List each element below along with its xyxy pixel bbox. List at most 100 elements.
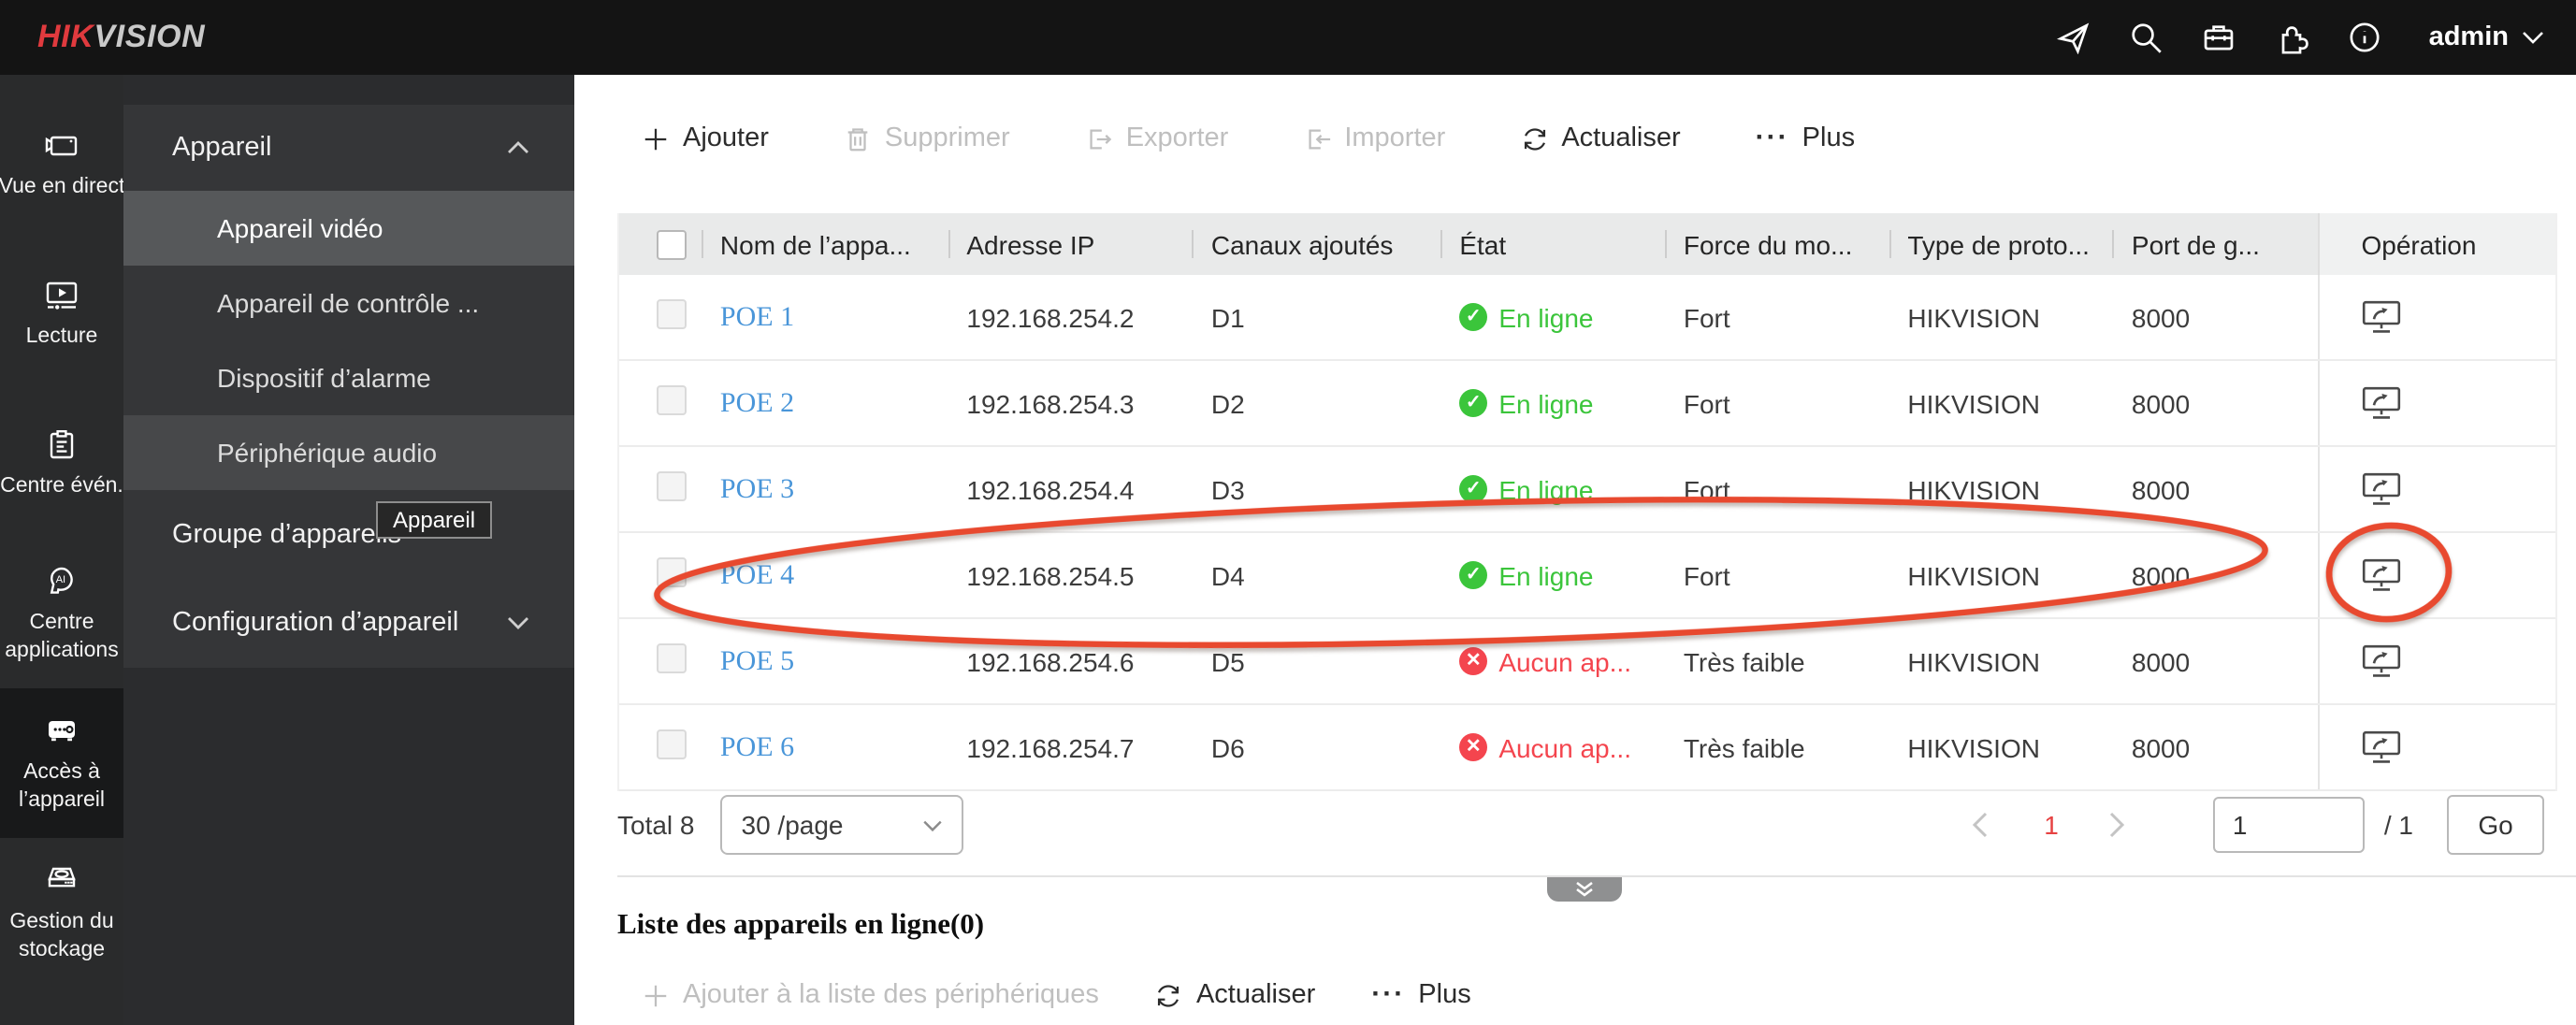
username: admin <box>2428 22 2509 52</box>
password-strength-cell: Fort <box>1683 474 1730 504</box>
table-row: POE 2 192.168.254.3 D2 En ligne Fort HIK… <box>619 361 2555 447</box>
port-cell: 8000 <box>2131 474 2191 504</box>
status-icon <box>1459 561 1488 589</box>
import-button: Importer <box>1303 123 1445 153</box>
page-size-select[interactable]: 30 /page <box>720 795 964 855</box>
select-all-checkbox[interactable] <box>657 229 687 259</box>
port-cell: 8000 <box>2131 388 2191 418</box>
plus-icon <box>644 127 667 150</box>
channel-cell: D1 <box>1210 302 1245 332</box>
add-button[interactable]: Ajouter <box>642 123 769 153</box>
sidebar-item-live-view[interactable]: Vue en direct <box>0 90 123 239</box>
ip-cell: 192.168.254.5 <box>966 560 1135 590</box>
sidebar-item-playback[interactable]: Lecture <box>0 239 123 389</box>
row-checkbox[interactable] <box>657 385 687 415</box>
remote-config-icon[interactable] <box>2361 385 2402 421</box>
row-checkbox[interactable] <box>657 643 687 673</box>
refresh-button[interactable]: Actualiser <box>1520 123 1681 153</box>
status-text: En ligne <box>1498 560 1594 590</box>
device-name-link[interactable]: POE 4 <box>720 560 794 590</box>
row-checkbox[interactable] <box>657 299 687 329</box>
event-center-icon <box>50 430 74 459</box>
status-badge: En ligne <box>1440 560 1665 590</box>
topbar-actions: admin <box>2057 21 2576 54</box>
chevron-down-icon <box>923 819 943 831</box>
col-header-name: Nom de l’appa... <box>701 213 948 275</box>
total-count: Total 8 <box>617 810 695 840</box>
device-access-menu: Appareil Appareil vidéo Appareil de cont… <box>123 75 574 1025</box>
online-refresh-button[interactable]: Actualiser <box>1155 980 1315 1010</box>
device-name-link[interactable]: POE 5 <box>720 646 794 676</box>
status-badge: En ligne <box>1440 388 1665 418</box>
device-name-link[interactable]: POE 6 <box>720 732 794 762</box>
next-page-button[interactable] <box>2109 812 2132 838</box>
protocol-cell: HIKVISION <box>1907 474 2040 504</box>
send-icon[interactable] <box>2057 21 2091 54</box>
device-name-link[interactable]: POE 2 <box>720 388 794 418</box>
current-page[interactable]: 1 <box>2044 810 2059 840</box>
more-icon: ··· <box>1371 978 1406 1010</box>
col-header-status: État <box>1440 213 1665 275</box>
search-icon[interactable] <box>2130 21 2164 54</box>
status-badge: En ligne <box>1440 302 1665 332</box>
device-name-link[interactable]: POE 3 <box>720 474 794 504</box>
status-text: Aucun ap... <box>1498 646 1631 676</box>
row-checkbox[interactable] <box>657 557 687 587</box>
device-access-icon <box>49 720 75 741</box>
status-icon <box>1459 475 1488 503</box>
password-strength-cell: Fort <box>1683 302 1730 332</box>
main-content: Ajouter Supprimer Exporter Importer Actu… <box>574 75 2576 1025</box>
protocol-cell: HIKVISION <box>1907 388 2040 418</box>
sidebar-item-device-access[interactable]: Accès à l’appareil <box>0 688 123 838</box>
remote-config-icon[interactable] <box>2361 299 2402 335</box>
sidebar-item-storage[interactable]: Gestion du stockage <box>0 838 123 988</box>
logo-vision: VISION <box>94 19 206 54</box>
menu-item-appareil-video[interactable]: Appareil vidéo <box>123 191 574 266</box>
prev-page-button[interactable] <box>1971 812 1993 838</box>
refresh-icon <box>1524 127 1545 150</box>
go-button[interactable]: Go <box>2447 795 2544 855</box>
ip-cell: 192.168.254.2 <box>966 302 1135 332</box>
app-window: HIKVISION admin Vue en direct Lecture Ce… <box>0 0 2576 1025</box>
ip-cell: 192.168.254.7 <box>966 732 1135 762</box>
remote-config-icon[interactable] <box>2361 729 2402 765</box>
password-strength-cell: Fort <box>1683 388 1730 418</box>
menu-item-peripherique-audio[interactable]: Périphérique audio <box>123 415 574 490</box>
menu-section-configuration[interactable]: Configuration d’appareil <box>123 578 574 666</box>
menu-item-dispositif-alarme[interactable]: Dispositif d’alarme <box>123 340 574 415</box>
table-row: POE 3 192.168.254.4 D3 En ligne Fort HIK… <box>619 447 2555 533</box>
remote-config-icon[interactable] <box>2361 471 2402 507</box>
status-badge: En ligne <box>1440 474 1665 504</box>
port-cell: 8000 <box>2131 732 2191 762</box>
remote-config-icon[interactable] <box>2361 643 2402 679</box>
channel-cell: D2 <box>1210 388 1245 418</box>
table-row: POE 1 192.168.254.2 D1 En ligne Fort HIK… <box>619 275 2555 361</box>
delete-button: Supprimer <box>844 123 1010 153</box>
user-menu[interactable]: admin <box>2429 22 2544 52</box>
plugin-icon[interactable] <box>2276 21 2309 54</box>
remote-config-icon[interactable] <box>2361 557 2402 593</box>
toolbox-icon[interactable] <box>2203 21 2236 54</box>
online-more-button[interactable]: ··· Plus <box>1371 980 1470 1010</box>
sidebar-item-ai-applications[interactable]: AI Centre applications <box>0 539 123 688</box>
menu-item-appareil-controle[interactable]: Appareil de contrôle ... <box>123 266 574 340</box>
row-checkbox[interactable] <box>657 471 687 501</box>
playback-icon <box>46 282 78 310</box>
live-view-icon <box>45 136 78 156</box>
protocol-cell: HIKVISION <box>1907 646 2040 676</box>
status-badge: Aucun ap... <box>1440 646 1665 676</box>
sidebar-item-event-center[interactable]: Centre évén. <box>0 389 123 539</box>
info-icon[interactable] <box>2349 21 2382 54</box>
menu-section-appareil[interactable]: Appareil <box>123 105 574 191</box>
device-name-link[interactable]: POE 1 <box>720 302 794 332</box>
protocol-cell: HIKVISION <box>1907 732 2040 762</box>
status-text: En ligne <box>1498 388 1594 418</box>
storage-icon <box>48 866 76 887</box>
more-button[interactable]: ··· Plus <box>1756 123 1855 153</box>
logo-hik: HIK <box>37 19 94 54</box>
menu-section-groupe-appareils[interactable]: Groupe d’appareils <box>123 490 574 578</box>
col-header-channels: Canaux ajoutés <box>1192 213 1440 275</box>
collapse-panel-button[interactable] <box>1547 877 1622 902</box>
page-jump-input[interactable] <box>2213 797 2366 853</box>
row-checkbox[interactable] <box>657 729 687 759</box>
